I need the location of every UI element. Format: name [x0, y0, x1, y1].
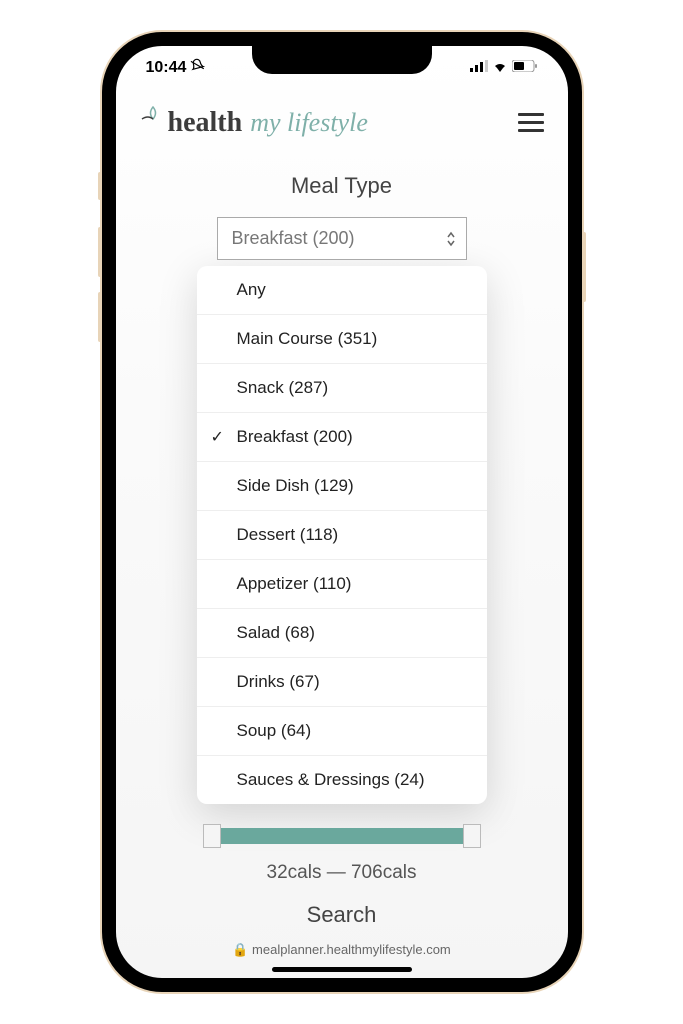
calorie-slider[interactable] — [212, 828, 472, 844]
option-sauces[interactable]: Sauces & Dressings (24) — [197, 756, 487, 804]
logo[interactable]: health my lifestyle — [140, 105, 368, 139]
slider-handle-min[interactable] — [203, 824, 221, 848]
select-arrows-icon — [446, 231, 456, 247]
logo-text-lifestyle: my lifestyle — [250, 108, 368, 138]
status-time: 10:44 — [146, 59, 187, 77]
signal-icon — [470, 59, 488, 77]
wifi-icon — [492, 59, 508, 77]
url-text: mealplanner.healthmylifestyle.com — [252, 942, 451, 957]
meal-type-title: Meal Type — [140, 173, 544, 199]
lock-icon: 🔒 — [232, 942, 248, 957]
phone-frame: 10:44 — [102, 32, 582, 992]
logo-text-health: health — [168, 107, 243, 139]
option-soup[interactable]: Soup (64) — [197, 707, 487, 756]
meal-type-selected-value: Breakfast (200) — [232, 228, 355, 248]
notch — [252, 46, 432, 74]
calorie-range-text: 32cals — 706cals — [140, 862, 544, 884]
search-title: Search — [140, 902, 544, 928]
app-header: health my lifestyle — [116, 85, 568, 149]
option-any[interactable]: Any — [197, 266, 487, 315]
url-bar: 🔒 mealplanner.healthmylifestyle.com — [116, 942, 568, 958]
screen: 10:44 — [116, 46, 568, 978]
option-dessert[interactable]: Dessert (118) — [197, 511, 487, 560]
meal-type-select[interactable]: Breakfast (200) — [217, 217, 467, 260]
slider-handle-max[interactable] — [463, 824, 481, 848]
option-snack[interactable]: Snack (287) — [197, 364, 487, 413]
silence-switch — [98, 172, 102, 200]
battery-icon — [512, 59, 538, 77]
home-indicator[interactable] — [272, 967, 412, 972]
option-side-dish[interactable]: Side Dish (129) — [197, 462, 487, 511]
volume-up-button — [98, 227, 102, 277]
menu-button[interactable] — [518, 113, 544, 132]
option-drinks[interactable]: Drinks (67) — [197, 658, 487, 707]
option-salad[interactable]: Salad (68) — [197, 609, 487, 658]
leaf-icon — [140, 105, 166, 136]
volume-down-button — [98, 292, 102, 342]
option-main-course[interactable]: Main Course (351) — [197, 315, 487, 364]
option-breakfast[interactable]: Breakfast (200) — [197, 413, 487, 462]
meal-type-dropdown: Any Main Course (351) Snack (287) Breakf… — [197, 266, 487, 804]
power-button — [582, 232, 586, 302]
option-appetizer[interactable]: Appetizer (110) — [197, 560, 487, 609]
silent-mode-icon — [189, 57, 207, 79]
